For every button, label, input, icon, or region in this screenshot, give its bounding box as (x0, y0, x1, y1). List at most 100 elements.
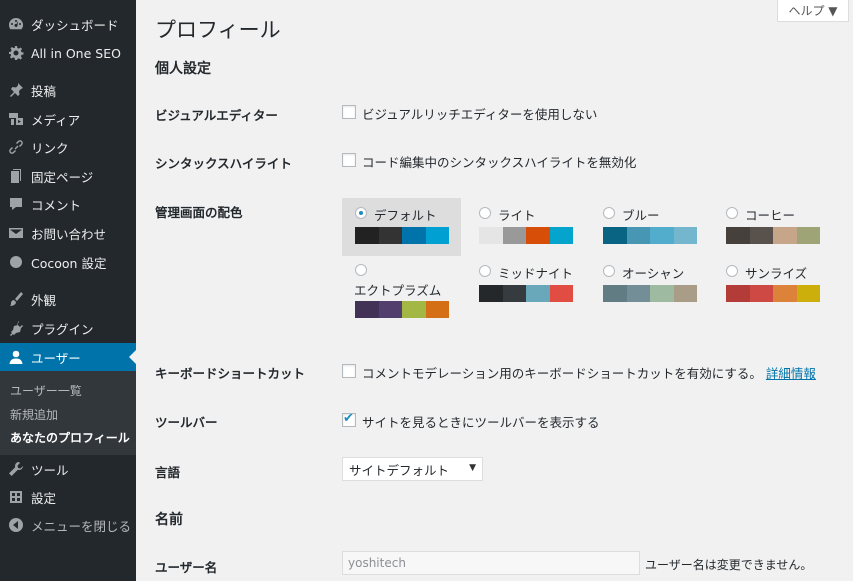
toolbar-label: ツールバー (155, 415, 218, 430)
color-swatch (425, 227, 449, 244)
color-swatch (650, 227, 674, 244)
syntax-highlight-label: シンタックスハイライト (155, 156, 292, 171)
color-scheme-option[interactable]: デフォルト (342, 198, 461, 256)
color-scheme-option[interactable]: ライト (466, 198, 585, 256)
color-swatch (402, 227, 426, 244)
dashboard-icon (8, 16, 24, 32)
color-swatch (402, 301, 426, 318)
color-scheme-radio[interactable] (355, 207, 367, 219)
link-icon (8, 139, 24, 155)
more-info-link[interactable]: 詳細情報 (766, 366, 816, 381)
collapse-menu-button[interactable]: メニューを閉じる (0, 511, 136, 539)
color-scheme-name: ブルー (622, 208, 660, 223)
plugin-icon (8, 320, 24, 336)
keyboard-shortcuts-checkbox-label[interactable]: コメントモデレーション用のキーボードショートカットを有効にする。 詳細情報 (362, 363, 816, 382)
color-swatch (796, 227, 820, 244)
color-scheme-radio[interactable] (479, 265, 491, 277)
color-scheme-option[interactable]: エクトプラズム (342, 256, 461, 318)
color-swatches (479, 227, 573, 244)
toolbar-checkbox[interactable]: ✔ (342, 411, 356, 427)
sidebar-item-pages[interactable]: 固定ページ (0, 162, 136, 190)
color-scheme-option[interactable]: サンライズ (713, 256, 832, 314)
color-scheme-name: サンライズ (745, 266, 808, 281)
wrench-icon (8, 461, 24, 477)
sidebar-item-users[interactable]: ユーザー (0, 343, 136, 371)
color-swatch (726, 227, 750, 244)
comment-icon (8, 196, 24, 212)
color-swatch (425, 301, 449, 318)
color-swatch (626, 285, 650, 302)
chevron-down-icon: ▼ (469, 463, 476, 473)
username-field[interactable]: yoshitech (342, 551, 640, 575)
sidebar-item-settings[interactable]: 設定 (0, 483, 136, 511)
sidebar-item-all-in-one-seo[interactable]: All in One SEO (0, 39, 136, 67)
circle-icon (8, 254, 24, 270)
sidebar-item-label: 外観 (31, 292, 57, 308)
page-icon (8, 168, 24, 184)
sidebar-item-media[interactable]: メディア (0, 105, 136, 133)
visual-editor-checkbox[interactable] (342, 105, 356, 119)
sidebar-item-label: Cocoon 設定 (31, 255, 107, 271)
color-scheme-label: 管理画面の配色 (155, 205, 243, 220)
page-title: プロフィール (155, 18, 281, 42)
sidebar-item-posts[interactable]: 投稿 (0, 76, 136, 104)
color-swatch (502, 285, 526, 302)
color-swatch (355, 301, 379, 318)
language-select[interactable]: サイトデフォルト ▼ (342, 457, 483, 481)
color-scheme-option[interactable]: コーヒー (713, 198, 832, 256)
visual-editor-checkbox-label[interactable]: ビジュアルリッチエディターを使用しない (362, 104, 597, 123)
color-swatch (526, 227, 550, 244)
color-swatch (479, 285, 503, 302)
color-scheme-radio[interactable] (726, 265, 738, 277)
color-swatch (673, 227, 697, 244)
submenu-all-users[interactable]: ユーザー一覧 (10, 382, 82, 399)
color-scheme-name: コーヒー (745, 208, 796, 223)
color-swatches (726, 285, 820, 302)
sidebar-item-links[interactable]: リンク (0, 133, 136, 161)
username-description: ユーザー名は変更できません。 (645, 558, 813, 572)
color-scheme-radio[interactable] (479, 207, 491, 219)
sidebar-item-label: All in One SEO (31, 45, 121, 61)
sidebar-item-tools[interactable]: ツール (0, 455, 136, 483)
keyboard-shortcuts-checkbox[interactable] (342, 364, 356, 378)
color-swatch (603, 285, 627, 302)
color-scheme-name: エクトプラズム (354, 283, 442, 298)
color-swatch (502, 227, 526, 244)
color-scheme-radio[interactable] (603, 265, 615, 277)
color-swatch (378, 301, 402, 318)
sidebar-item-cocoon[interactable]: Cocoon 設定 (0, 248, 136, 276)
toolbar-checkbox-label[interactable]: サイトを見るときにツールバーを表示する (362, 412, 600, 431)
color-swatch (626, 227, 650, 244)
color-scheme-radio[interactable] (355, 264, 367, 276)
sidebar-item-contact[interactable]: お問い合わせ (0, 219, 136, 247)
gear-icon (8, 45, 24, 61)
color-scheme-option[interactable]: ブルー (590, 198, 709, 256)
color-swatch (773, 227, 797, 244)
submenu-add-new[interactable]: 新規追加 (10, 406, 58, 423)
help-tab-button[interactable]: ヘルプ ▼ (777, 0, 849, 22)
sidebar-item-plugins[interactable]: プラグイン (0, 314, 136, 342)
color-swatch (526, 285, 550, 302)
submenu-your-profile[interactable]: あなたのプロフィール (10, 429, 130, 446)
color-scheme-radio[interactable] (603, 207, 615, 219)
color-scheme-name: ミッドナイト (498, 266, 574, 281)
sidebar-item-label: メディア (31, 112, 81, 128)
sidebar-item-comments[interactable]: コメント (0, 190, 136, 218)
language-label: 言語 (155, 465, 181, 480)
color-swatches (726, 227, 820, 244)
color-swatch (355, 227, 379, 244)
color-swatch (378, 227, 402, 244)
sidebar-item-label: ダッシュボード (31, 17, 119, 33)
color-scheme-option[interactable]: オーシャン (590, 256, 709, 314)
color-scheme-option[interactable]: ミッドナイト (466, 256, 585, 314)
sidebar-item-appearance[interactable]: 外観 (0, 285, 136, 313)
sidebar-item-label: 設定 (31, 490, 57, 506)
sidebar-item-dashboard[interactable]: ダッシュボード (0, 10, 136, 38)
color-scheme-name: デフォルト (374, 208, 437, 223)
syntax-highlight-checkbox-label[interactable]: コード編集中のシンタックスハイライトを無効化 (362, 152, 636, 171)
color-swatch (796, 285, 820, 302)
color-scheme-radio[interactable] (726, 207, 738, 219)
syntax-highlight-checkbox[interactable] (342, 153, 356, 167)
section-heading-name: 名前 (155, 512, 183, 528)
color-swatches (603, 285, 697, 302)
